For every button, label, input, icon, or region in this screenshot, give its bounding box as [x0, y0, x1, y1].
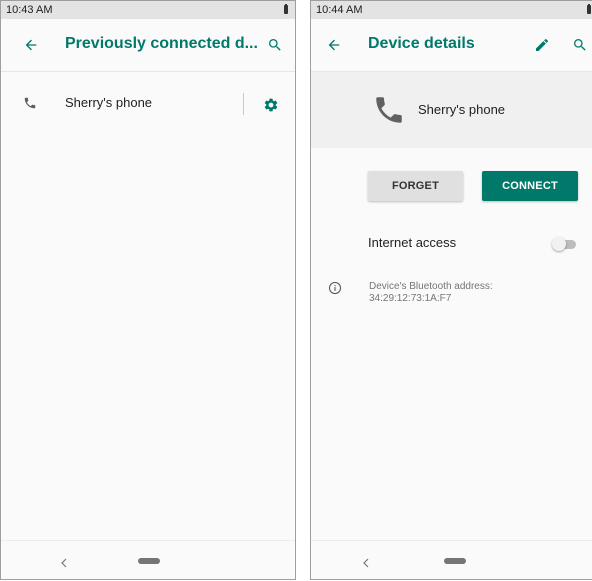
arrow-back-icon[interactable] [23, 37, 39, 58]
internet-access-label: Internet access [368, 235, 457, 250]
status-bar: 10:44 AM [311, 1, 592, 19]
bluetooth-address-row: Device's Bluetooth address: 34:29:12:73:… [311, 279, 592, 319]
app-bar: Previously connected d... [1, 19, 295, 72]
search-icon[interactable] [267, 37, 283, 58]
gear-icon[interactable] [263, 97, 279, 118]
app-bar: Device details [311, 19, 592, 72]
battery-icon [284, 4, 288, 14]
phone-icon [372, 93, 406, 132]
device-header: Sherry's phone [311, 72, 592, 148]
internet-access-row[interactable]: Internet access [311, 229, 592, 257]
device-details-screen: 10:44 AM Device details Sherry's phone F… [310, 0, 592, 580]
info-icon [328, 281, 342, 300]
device-name: Sherry's phone [65, 95, 153, 110]
page-title: Device details [368, 35, 475, 52]
divider [243, 93, 244, 115]
device-list-item[interactable]: Sherry's phone [1, 83, 295, 125]
pencil-icon[interactable] [534, 37, 550, 58]
status-time: 10:44 AM [316, 4, 363, 16]
previously-connected-screen: 10:43 AM Previously connected d... Sherr… [0, 0, 296, 580]
nav-back-icon[interactable] [59, 555, 69, 573]
navigation-bar [311, 540, 592, 579]
navigation-bar [1, 540, 295, 579]
status-bar: 10:43 AM [1, 1, 295, 19]
battery-icon [587, 4, 591, 14]
connect-button[interactable]: CONNECT [482, 171, 578, 201]
page-title: Previously connected d... [65, 35, 258, 52]
nav-home-pill[interactable] [138, 558, 160, 564]
arrow-back-icon[interactable] [326, 37, 342, 58]
nav-back-icon[interactable] [361, 555, 371, 573]
bluetooth-address-value: 34:29:12:73:1A:F7 [369, 293, 452, 304]
status-time: 10:43 AM [6, 4, 53, 16]
phone-icon [23, 96, 37, 115]
search-icon[interactable] [572, 37, 588, 58]
internet-access-toggle[interactable] [552, 237, 578, 251]
device-name: Sherry's phone [418, 102, 506, 117]
nav-home-pill[interactable] [444, 558, 466, 564]
bluetooth-address-text: Device's Bluetooth address: 34:29:12:73:… [369, 281, 493, 305]
bluetooth-address-label: Device's Bluetooth address: [369, 281, 493, 292]
forget-button[interactable]: FORGET [368, 171, 463, 201]
